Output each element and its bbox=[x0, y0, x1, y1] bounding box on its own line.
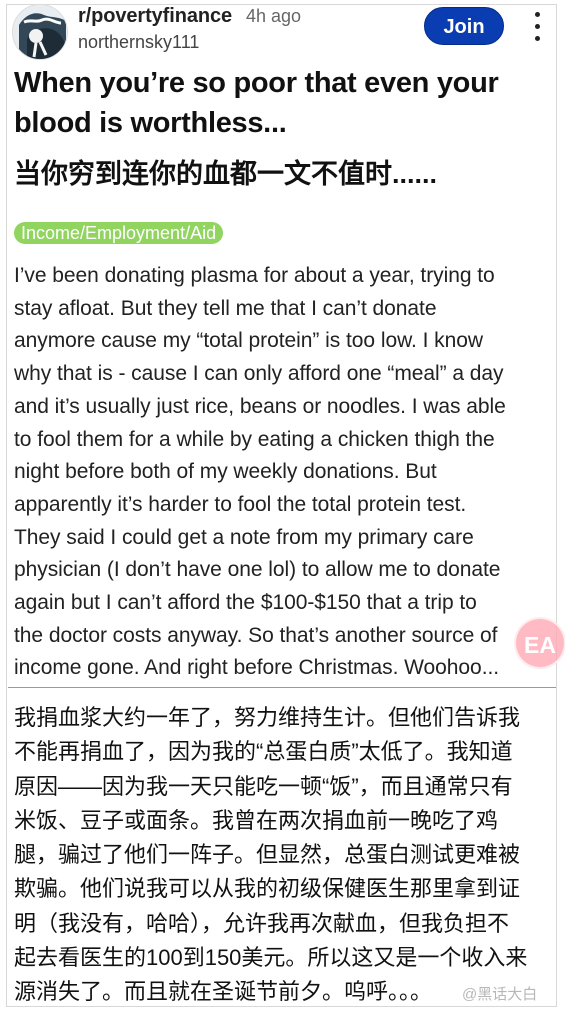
body-english-line: They said I could get a note from my pri… bbox=[14, 525, 474, 549]
body-english-line: to fool them for a while by eating a chi… bbox=[14, 427, 495, 451]
body-english-line: why that is - cause I can only afford on… bbox=[14, 362, 504, 386]
post-time: 4h ago bbox=[246, 6, 302, 26]
avatar-image bbox=[13, 5, 67, 59]
more-icon[interactable] bbox=[525, 10, 549, 44]
body-english-line: anymore cause my “total protein” is too … bbox=[14, 329, 483, 353]
body-chinese-line: 米饭、豆子或面条。我曾在两次捐血前一晚吃了鸡 bbox=[14, 807, 499, 833]
username[interactable]: northernsky111 bbox=[78, 31, 199, 53]
translation-divider bbox=[8, 687, 556, 688]
more-icon-dot bbox=[535, 12, 540, 17]
body-chinese-line: 明（我没有，哈哈），允许我再次献血，但我负担不 bbox=[14, 910, 510, 936]
body-english-line: income gone. And right before Christmas.… bbox=[14, 656, 500, 680]
post-flair[interactable]: Income/Employment/Aid bbox=[14, 222, 224, 244]
body-english-line: again but I can’t afford the $100-$150 t… bbox=[14, 591, 477, 615]
body-chinese-line: 不能再捐血了，因为我的“总蛋白质”太低了。我知道 bbox=[14, 739, 513, 765]
post-body-chinese: 我捐血浆大约一年了，努力维持生计。但他们告诉我 不能再捐血了，因为我的“总蛋白质… bbox=[14, 701, 550, 1010]
subreddit-name[interactable]: r/povertyfinance bbox=[78, 4, 232, 28]
body-english-line: stay afloat. But they tell me that I can… bbox=[14, 296, 437, 320]
body-english-line: and it’s usually just rice, beans or noo… bbox=[14, 394, 506, 418]
post-meta: r/povertyfinance 4h ago northernsky111 bbox=[78, 4, 408, 52]
post-title-english: When you’re so poor that even your blood… bbox=[14, 67, 499, 139]
avatar[interactable] bbox=[12, 4, 68, 60]
body-english-line: physician (I don’t have one lol) to allo… bbox=[14, 558, 501, 582]
body-english-line: night before both of my weekly donations… bbox=[14, 460, 437, 484]
ea-badge: EA bbox=[514, 617, 565, 669]
body-chinese-line: 我捐血浆大约一年了，努力维持生计。但他们告诉我 bbox=[14, 705, 521, 730]
body-english-line: I’ve been donating plasma for about a ye… bbox=[14, 264, 495, 287]
body-chinese-line: 欺骗。他们说我可以从我的初级保健医生那里拿到证 bbox=[14, 876, 521, 902]
reddit-post-screenshot: r/povertyfinance 4h ago northernsky111 J… bbox=[0, 0, 565, 1014]
post-body-english: I’ve been donating plasma for about a ye… bbox=[14, 260, 550, 685]
more-icon-dot bbox=[535, 24, 540, 29]
body-chinese-line: 起去看医生的100到150美元。所以这又是一个收入来 bbox=[14, 945, 528, 971]
body-chinese-line: 腿，骗过了他们一阵子。但显然，总蛋白测试更难被 bbox=[14, 842, 521, 868]
body-english-line: apparently it’s harder to fool the total… bbox=[14, 492, 467, 516]
watermark: @黑话大白 bbox=[462, 986, 538, 1003]
body-chinese-line: 原因——因为我一天只能吃一顿“饭”，而且通常只有 bbox=[14, 773, 513, 799]
join-button[interactable]: Join bbox=[424, 7, 504, 45]
body-english-line: the doctor costs anyway. So that’s anoth… bbox=[14, 623, 498, 647]
post-title-chinese: 当你穷到连你的血都一文不值时...... bbox=[14, 159, 438, 189]
more-icon-dot bbox=[535, 36, 540, 41]
